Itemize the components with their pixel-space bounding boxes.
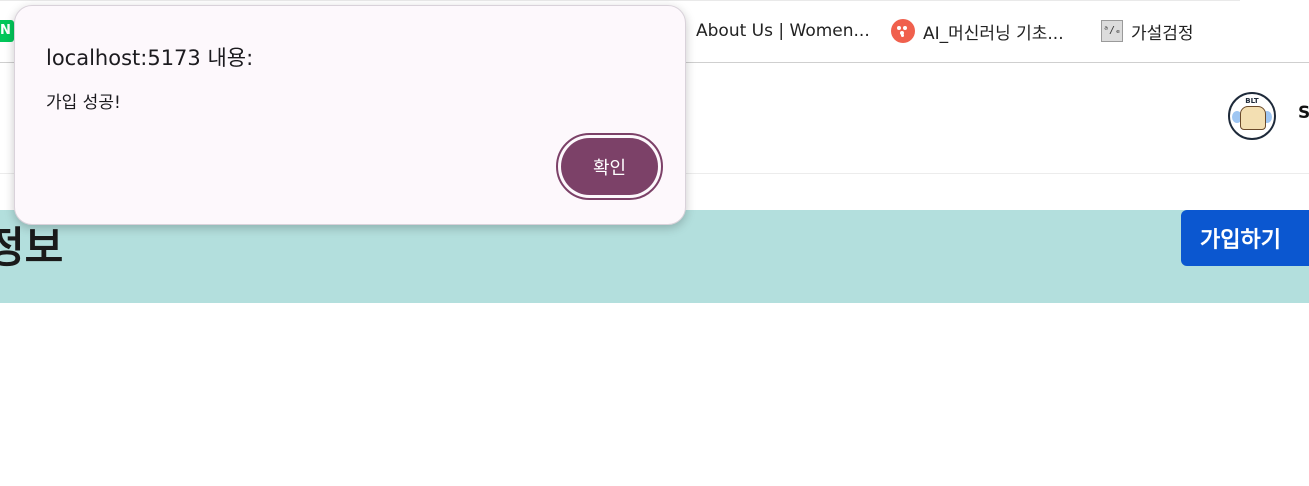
bookmark-label: 가설검정 <box>1131 23 1194 44</box>
divider <box>0 0 1240 1</box>
confirm-button[interactable]: 확인 <box>561 138 658 195</box>
browser-viewport: N About Us | Women... AI_머신러닝 기초... ᵃ/ₑ … <box>0 0 1309 486</box>
bookmark-label: About Us | Women... <box>696 21 870 41</box>
content-area <box>0 303 1309 486</box>
bookmark-ai-ml[interactable]: AI_머신러닝 기초... <box>891 18 1064 44</box>
bookmark-about-us[interactable]: About Us | Women... <box>696 18 870 44</box>
bookmark-naver-icon[interactable]: N <box>0 20 14 42</box>
bookmark-label: AI_머신러닝 기초... <box>923 23 1064 44</box>
alert-message: 가입 성공! <box>46 93 121 113</box>
toast-mascot-icon <box>1240 106 1266 130</box>
document-icon: ᵃ/ₑ <box>1101 20 1123 42</box>
bookmark-hypothesis-test[interactable]: ᵃ/ₑ 가설검정 <box>1101 18 1194 44</box>
header-username[interactable]: S <box>1298 103 1309 123</box>
alert-dialog: localhost:5173 내용: 가입 성공! 확인 <box>14 5 686 225</box>
logo-text: BLT <box>1245 97 1259 105</box>
logo-avatar[interactable]: BLT <box>1228 92 1276 140</box>
signup-button[interactable]: 가입하기 <box>1181 210 1309 266</box>
bookmark-favicon-icon <box>891 19 915 43</box>
alert-title: localhost:5173 내용: <box>46 46 254 70</box>
confirm-button-focus-ring: 확인 <box>556 133 663 200</box>
